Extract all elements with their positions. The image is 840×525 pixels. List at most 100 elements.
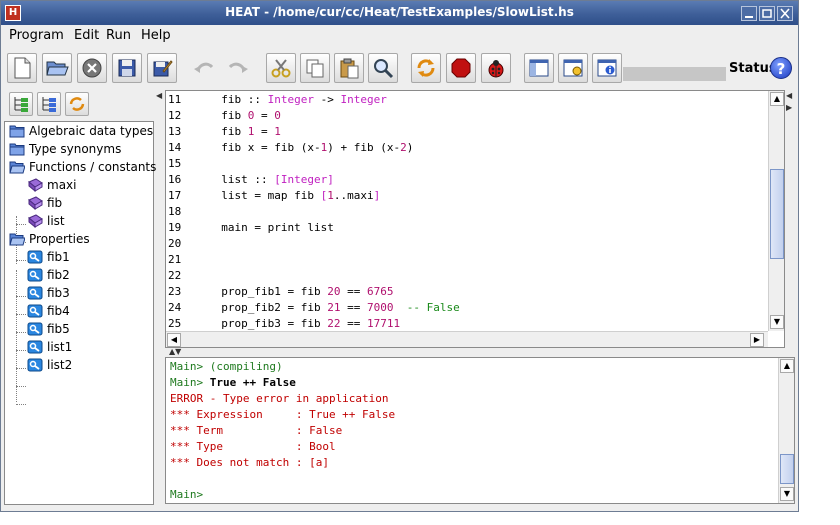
line-number: 13: [168, 125, 182, 138]
code-line[interactable]: 16 list :: [Integer]: [168, 172, 334, 188]
console-scroll-thumb[interactable]: [780, 454, 794, 484]
property-icon: [27, 286, 43, 300]
editor-split-handle[interactable]: ◀: [786, 91, 792, 100]
scroll-up-arrow[interactable]: ▲: [770, 92, 784, 106]
tree-item-fib3[interactable]: fib3: [27, 284, 70, 302]
editor-horizontal-scrollbar[interactable]: ◀ ▶: [166, 331, 768, 347]
code-line[interactable]: 25 prop_fib3 = fib 22 == 17711: [168, 316, 400, 332]
cut-icon: [271, 59, 291, 78]
find-icon: [374, 59, 394, 79]
close-file-button[interactable]: [77, 53, 107, 83]
tree-item-fib1[interactable]: fib1: [27, 248, 70, 266]
scroll-down-arrow[interactable]: ▼: [770, 315, 784, 329]
scroll-right-arrow[interactable]: ▶: [750, 333, 764, 347]
code-line[interactable]: 20: [168, 236, 208, 252]
code-line[interactable]: 24 prop_fib2 = fib 21 == 7000 -- False: [168, 300, 460, 316]
reload-button[interactable]: [411, 53, 441, 83]
scroll-up-arrow[interactable]: ▲: [780, 359, 794, 373]
scroll-down-arrow[interactable]: ▼: [780, 487, 794, 501]
tree-item-list2[interactable]: list2: [27, 356, 72, 374]
save-button[interactable]: [112, 53, 142, 83]
code-text: list = map fib [1..maxi]: [208, 189, 381, 202]
code-line[interactable]: 19 main = print list: [168, 220, 334, 236]
console-split-handle[interactable]: ▲▼: [169, 347, 181, 356]
copy-button[interactable]: [300, 53, 330, 83]
menu-edit[interactable]: Edit: [74, 28, 99, 43]
open-button[interactable]: [42, 53, 72, 83]
code-line[interactable]: 12 fib 0 = 0: [168, 108, 281, 124]
tree-item-fib5[interactable]: fib5: [27, 320, 70, 338]
line-number: 12: [168, 109, 182, 122]
expand-tree-button[interactable]: [9, 92, 33, 116]
console-line: Main> (compiling): [170, 360, 283, 373]
editor-scroll-thumb[interactable]: [770, 169, 784, 259]
code-line[interactable]: 17 list = map fib [1..maxi]: [168, 188, 380, 204]
interpreter-console[interactable]: Main> (compiling) Main> True ++ False ERRO…: [165, 357, 795, 504]
editor-vertical-scrollbar[interactable]: ▲ ▼: [768, 91, 784, 331]
code-line[interactable]: 13 fib 1 = 1: [168, 124, 281, 140]
tree-group-label: Functions / constants: [29, 160, 157, 174]
minimize-button[interactable]: [741, 6, 757, 21]
panel-collapse-handle[interactable]: ◀: [156, 91, 162, 100]
paste-button[interactable]: [334, 53, 364, 83]
menu-help[interactable]: Help: [141, 28, 171, 43]
code-text: fib :: Integer -> Integer: [208, 93, 387, 106]
tree-item-fib[interactable]: fib: [27, 194, 62, 212]
scroll-left-arrow[interactable]: ◀: [167, 333, 181, 347]
tree-group-properties[interactable]: Properties: [9, 230, 90, 248]
console-line: *** Does not match : [a]: [170, 456, 329, 469]
tree-item-list[interactable]: list: [27, 212, 65, 230]
maximize-button[interactable]: [759, 6, 775, 21]
code-line[interactable]: 18: [168, 204, 208, 220]
console-input: True ++ False: [209, 376, 296, 389]
code-line[interactable]: 15: [168, 156, 208, 172]
title-bar[interactable]: H HEAT - /home/cur/cc/Heat/TestExamples/…: [1, 1, 798, 25]
stop-button[interactable]: [446, 53, 476, 83]
menu-program[interactable]: Program: [9, 28, 64, 43]
redo-button[interactable]: [223, 53, 253, 83]
code-line[interactable]: 23 prop_fib1 = fib 20 == 6765: [168, 284, 393, 300]
close-circle-icon: [82, 58, 102, 78]
new-file-button[interactable]: [7, 53, 37, 83]
property-icon: [27, 322, 43, 336]
tree-item-fib4[interactable]: fib4: [27, 302, 70, 320]
menu-run[interactable]: Run: [106, 28, 131, 43]
find-button[interactable]: [368, 53, 398, 83]
line-number: 20: [168, 237, 182, 250]
paste-icon: [340, 58, 359, 79]
console-vertical-scrollbar[interactable]: ▲ ▼: [778, 358, 794, 503]
options-button[interactable]: [558, 53, 588, 83]
refresh-tree-button[interactable]: [65, 92, 89, 116]
expand-tree-icon: [14, 97, 28, 112]
toolbar: Status ?: [1, 47, 798, 89]
collapse-tree-button[interactable]: [37, 92, 61, 116]
code-line[interactable]: 14 fib x = fib (x-1) + fib (x-2): [168, 140, 413, 156]
redo-icon: [228, 62, 248, 73]
undo-button[interactable]: [189, 53, 219, 83]
menu-bar: Program Edit Run Help: [1, 25, 798, 47]
code-editor[interactable]: 11 fib :: Integer -> Integer 12 fib 0 = 0…: [165, 90, 785, 348]
tree-item-fib2[interactable]: fib2: [27, 266, 70, 284]
save-as-button[interactable]: [147, 53, 177, 83]
code-text: fib 1 = 1: [208, 125, 281, 138]
tree-item-list1[interactable]: list1: [27, 338, 72, 356]
undo-icon: [194, 62, 214, 73]
tree-item-label: list1: [47, 340, 73, 354]
close-window-button[interactable]: [777, 6, 793, 21]
code-text: prop_fib1 = fib 20 == 6765: [208, 285, 394, 298]
code-line[interactable]: 22: [168, 268, 208, 284]
help-icon[interactable]: ?: [770, 57, 792, 79]
copy-icon: [306, 59, 324, 78]
code-line[interactable]: 21: [168, 252, 208, 268]
tree-item-maxi[interactable]: maxi: [27, 176, 76, 194]
code-line[interactable]: 11 fib :: Integer -> Integer: [168, 92, 387, 108]
tree-group-type-synonyms[interactable]: Type synonyms: [9, 140, 121, 158]
check-button[interactable]: [481, 53, 511, 83]
tree-group-functions-constants[interactable]: Functions / constants: [9, 158, 156, 176]
info-button[interactable]: [592, 53, 622, 83]
maximize-icon: [762, 9, 772, 18]
toggle-tree-button[interactable]: [524, 53, 554, 83]
tree-group-algebraic-data-types[interactable]: Algebraic data types: [9, 122, 153, 140]
editor-split-handle-right[interactable]: ▶: [786, 103, 792, 112]
cut-button[interactable]: [266, 53, 296, 83]
